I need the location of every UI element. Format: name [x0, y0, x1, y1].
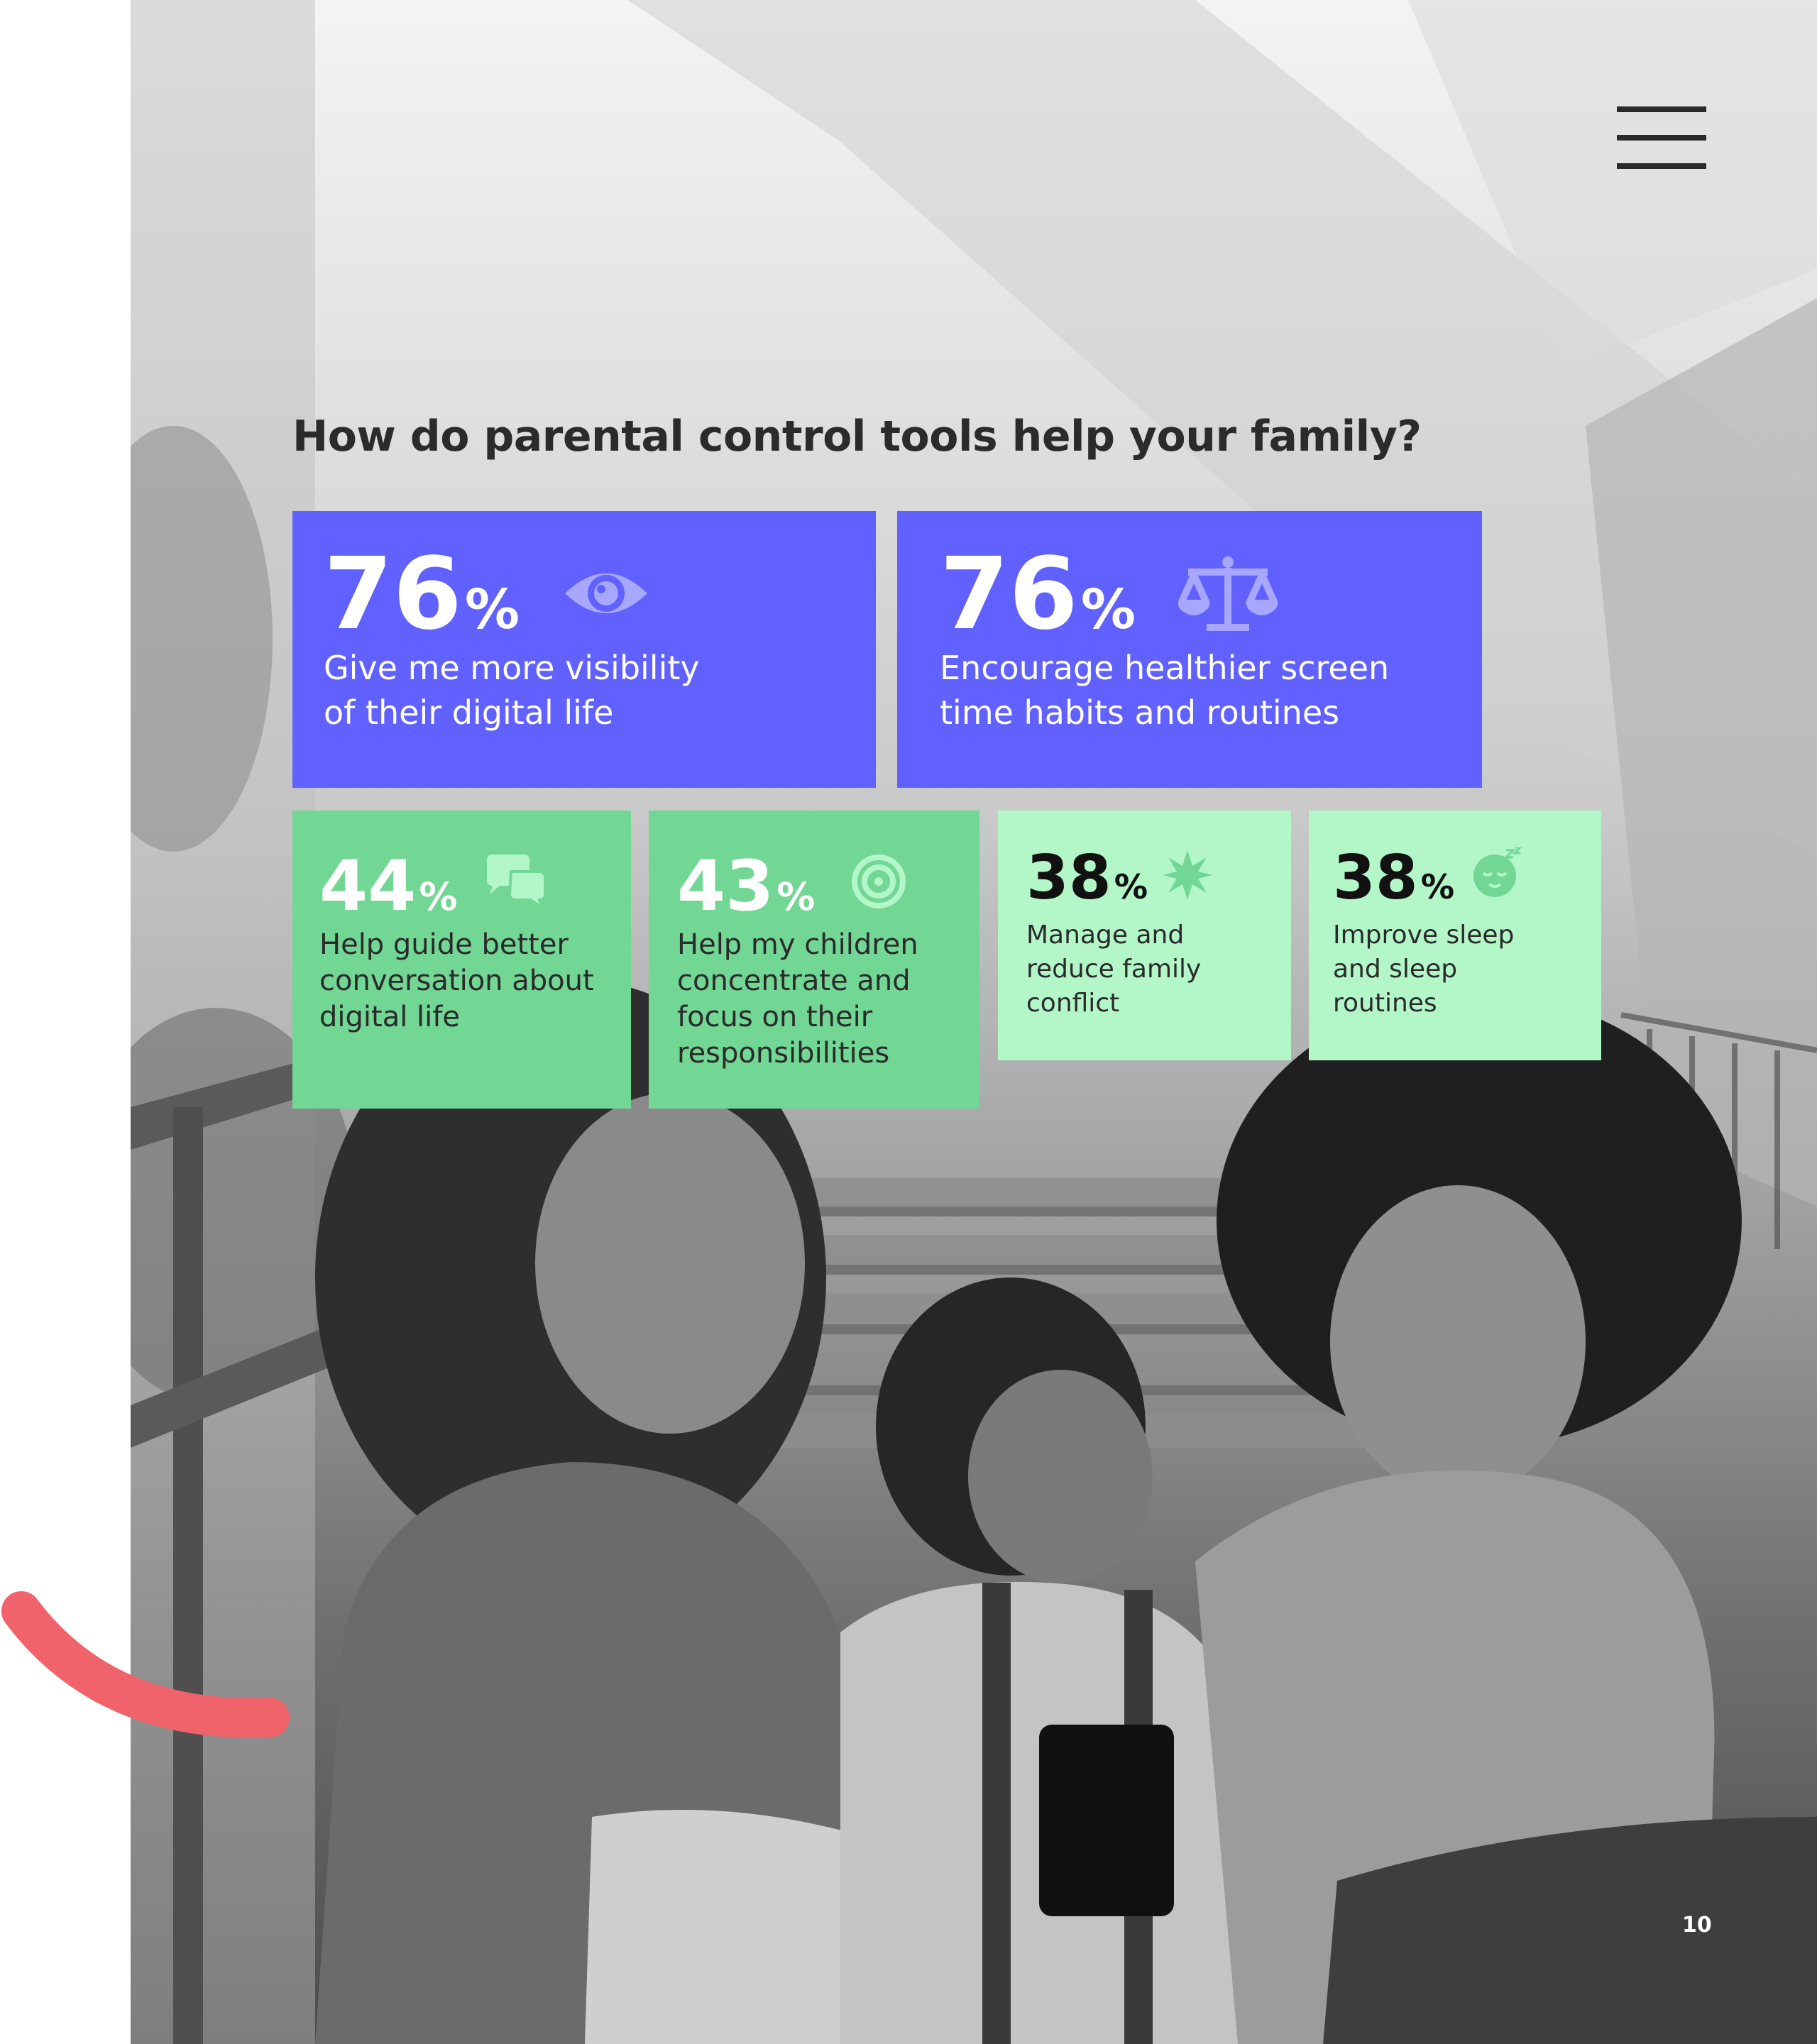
desc-line: Encourage healthier screen [940, 649, 1390, 687]
desc-line: focus on their [677, 1001, 873, 1033]
hamburger-menu-icon[interactable] [1617, 106, 1706, 169]
stat-card-focus: 43% Help my children concentrate and foc… [649, 811, 979, 1109]
desc-line: conflict [1026, 989, 1120, 1018]
stat-number: 76 [940, 537, 1078, 652]
page-title: How do parental control tools help your … [292, 412, 1422, 461]
stat-unit: % [1080, 578, 1136, 642]
desc-line: responsibilities [677, 1037, 890, 1070]
stat-description: Encourage healthier screen time habits a… [940, 646, 1389, 735]
stat-value: 43% [677, 852, 815, 921]
desc-line: Manage and [1026, 921, 1185, 950]
eye-icon [562, 562, 650, 625]
stat-card-conversation: 44% Help guide better conversation about… [292, 811, 631, 1109]
desc-line: Help my children [677, 928, 918, 961]
desc-line: Help guide better [319, 928, 569, 961]
stat-number: 44 [319, 846, 417, 927]
stat-unit: % [419, 874, 458, 919]
stat-value: 38% [1333, 847, 1454, 908]
desc-line: and sleep [1333, 955, 1458, 984]
desc-line: of their digital life [324, 693, 614, 732]
desc-line: concentrate and [677, 965, 911, 997]
desc-line: routines [1333, 989, 1437, 1018]
burst-icon [1163, 850, 1212, 900]
stat-number: 38 [1333, 842, 1418, 913]
stat-unit: % [1114, 868, 1148, 907]
desc-line: reduce family [1026, 955, 1202, 984]
stat-value: 76% [324, 545, 520, 644]
chat-bubbles-icon [483, 855, 549, 913]
page-number: 10 [1682, 1913, 1712, 1938]
stat-card-screen-time: 76% Encourage healthier screen time habi… [897, 511, 1482, 788]
stat-description: Help guide better conversation about dig… [319, 927, 594, 1035]
stat-unit: % [1420, 868, 1455, 907]
desc-line: Give me more visibility [324, 649, 700, 687]
stat-number: 76 [324, 537, 462, 652]
stat-number: 43 [677, 846, 774, 927]
stat-number: 38 [1026, 842, 1111, 913]
stat-card-conflict: 38% Manage and reduce family conflict [998, 811, 1291, 1060]
scale-icon [1178, 554, 1278, 633]
desc-line: conversation about [319, 965, 594, 997]
stat-value: 38% [1026, 847, 1148, 908]
target-icon [850, 853, 907, 910]
desc-line: Improve sleep [1333, 921, 1515, 950]
stat-value: 76% [940, 545, 1136, 644]
desc-line: time habits and routines [940, 693, 1340, 732]
stat-unit: % [776, 874, 816, 919]
stat-description: Manage and reduce family conflict [1026, 918, 1201, 1021]
stat-description: Help my children concentrate and focus o… [677, 927, 918, 1072]
desc-line: digital life [319, 1001, 460, 1033]
sleepy-face-icon [1472, 846, 1523, 899]
stat-card-visibility: 76% Give me more visibility of their dig… [292, 511, 876, 788]
stat-unit: % [464, 578, 520, 642]
stat-card-sleep: 38% Improve sleep and sleep routines [1309, 811, 1601, 1060]
stat-description: Give me more visibility of their digital… [324, 646, 700, 735]
stat-value: 44% [319, 852, 457, 921]
stat-description: Improve sleep and sleep routines [1333, 918, 1514, 1021]
decorative-arc [1, 1591, 290, 1738]
